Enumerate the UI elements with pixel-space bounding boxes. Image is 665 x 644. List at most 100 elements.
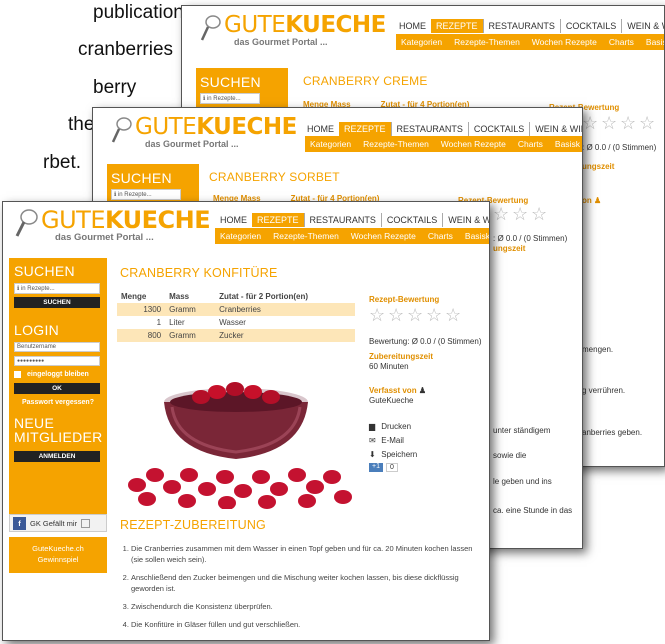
cell-mass: Gramm: [169, 305, 196, 314]
password-input[interactable]: ●●●●●●●●●: [14, 356, 100, 366]
cell-menge: 1300: [143, 305, 162, 314]
nav-restaurants[interactable]: RESTAURANTS: [390, 122, 468, 136]
subnav-wochen[interactable]: Wochen Rezepte: [351, 231, 416, 241]
step-fragment: unter ständigem: [493, 426, 551, 435]
rating-stars[interactable]: ☆ ☆ ☆ ☆: [582, 114, 657, 132]
mail-icon: ✉: [369, 436, 376, 445]
step-fragment: sowie die: [493, 451, 527, 460]
checkbox[interactable]: [14, 371, 21, 378]
subnav-themen[interactable]: Rezepte-Themen: [454, 37, 520, 47]
cell-zutat: Wasser: [219, 318, 246, 327]
browser-window-front: GUTEKUECHE das Gourmet Portal ... HOME R…: [2, 201, 490, 641]
steps-title: REZEPT-ZUBEREITUNG: [120, 518, 266, 532]
cell-mass: Gramm: [169, 331, 196, 340]
star-icon[interactable]: ☆: [639, 114, 657, 132]
brand-part2: KUECHE: [105, 206, 211, 234]
subnav-basis[interactable]: Basisk: [555, 139, 580, 149]
subnav-basis[interactable]: Basisk: [646, 37, 664, 47]
subnav-themen[interactable]: Rezepte-Themen: [273, 231, 339, 241]
subnav-kategorien[interactable]: Kategorien: [310, 139, 351, 149]
promo-line2: Gewinnspiel: [37, 555, 79, 564]
search-input[interactable]: ℹ in Rezepte...: [111, 189, 181, 200]
prep-title: ungszeit: [582, 162, 615, 171]
prep-title: ungszeit: [493, 244, 526, 253]
subnav-charts[interactable]: Charts: [609, 37, 634, 47]
nav-restaurants[interactable]: RESTAURANTS: [303, 213, 381, 227]
subnav-charts[interactable]: Charts: [518, 139, 543, 149]
ingredients-header: Menge Mass Zutat - für 2 Portion(en): [117, 290, 355, 303]
sub-nav: Kategorien Rezepte-Themen Wochen Rezepte…: [215, 228, 489, 244]
star-icon[interactable]: ☆: [620, 114, 638, 132]
subnav-themen[interactable]: Rezepte-Themen: [363, 139, 429, 149]
search-input[interactable]: ℹ in Rezepte...: [200, 93, 260, 104]
nav-home[interactable]: HOME: [215, 213, 252, 227]
rating-stars[interactable]: ☆ ☆ ☆ ☆ ☆: [369, 306, 463, 324]
subnav-basis[interactable]: Basisk: [465, 231, 489, 241]
brand-part1: GUTE: [41, 206, 106, 234]
email-action[interactable]: ✉ E-Mail: [369, 434, 417, 448]
rating-text: : Ø 0.0 / (0 Stimmen): [493, 234, 568, 243]
prep-title: Zubereitungszeit: [369, 352, 434, 361]
nav-rezepte[interactable]: REZEPTE: [339, 122, 391, 136]
step-fragment: g verrühren.: [582, 386, 626, 395]
star-icon[interactable]: ☆: [493, 205, 511, 223]
register-button[interactable]: ANMELDEN: [14, 451, 100, 462]
cell-menge: 800: [147, 331, 162, 340]
star-icon[interactable]: ☆: [407, 306, 425, 324]
nav-home[interactable]: HOME: [302, 122, 339, 136]
slide-line: publication: [93, 2, 184, 23]
nav-cocktails[interactable]: COCKTAILS: [380, 213, 443, 227]
nav-wein[interactable]: WEIN & WINZER: [621, 19, 664, 33]
facebook-like[interactable]: f GK Gefällt mir: [9, 514, 107, 532]
ingredients-table: Menge Mass Zutat - für 2 Portion(en) 130…: [117, 290, 355, 342]
user-icon: ♟: [594, 196, 602, 205]
star-icon[interactable]: ☆: [388, 306, 406, 324]
plus-one-count: 0: [385, 463, 398, 472]
nav-rezepte[interactable]: REZEPTE: [431, 19, 483, 33]
star-icon[interactable]: ☆: [369, 306, 387, 324]
username-input[interactable]: Benutzername: [14, 342, 100, 352]
star-icon[interactable]: ☆: [582, 114, 600, 132]
recipe-photo: [117, 357, 355, 509]
login-ok-button[interactable]: OK: [14, 383, 100, 394]
search-button[interactable]: SUCHEN: [14, 297, 100, 308]
star-icon[interactable]: ☆: [512, 205, 530, 223]
search-input[interactable]: ℹ in Rezepte...: [14, 283, 100, 294]
subnav-kategorien[interactable]: Kategorien: [401, 37, 442, 47]
nav-restaurants[interactable]: RESTAURANTS: [482, 19, 560, 33]
nav-wein[interactable]: WEIN & WINZER: [529, 122, 582, 136]
nav-cocktails[interactable]: COCKTAILS: [467, 122, 530, 136]
star-icon[interactable]: ☆: [445, 306, 463, 324]
recipe-title: CRANBERRY CREME: [303, 74, 428, 88]
logo: GUTEKUECHE das Gourmet Portal ...: [111, 116, 297, 149]
slide-line: cranberries: [78, 39, 174, 60]
nav-home[interactable]: HOME: [394, 19, 431, 33]
members-heading-1: NEUE: [14, 415, 55, 431]
nav-wein[interactable]: WEIN & WINZER: [442, 213, 489, 227]
author-label: on: [582, 196, 592, 205]
sidebar: SUCHEN ℹ in Rezepte... SUCHEN LOGIN Benu…: [9, 258, 107, 514]
step-item: Die Cranberries zusammen mit dem Wasser …: [131, 543, 480, 565]
step-fragment: mengen.: [582, 345, 614, 354]
promo-box[interactable]: GuteKueche.ch Gewinnspiel: [9, 537, 107, 573]
rating-text: : Ø 0.0 / (0 Stimmen): [582, 143, 657, 152]
subnav-wochen[interactable]: Wochen Rezepte: [532, 37, 597, 47]
subnav-kategorien[interactable]: Kategorien: [220, 231, 261, 241]
star-icon[interactable]: ☆: [426, 306, 444, 324]
plus-one-button[interactable]: +1 0: [369, 463, 398, 472]
search-heading: SUCHEN: [14, 263, 75, 279]
nav-cocktails[interactable]: COCKTAILS: [559, 19, 622, 33]
rating-stars[interactable]: ☆ ☆ ☆: [493, 205, 549, 223]
printer-icon: ▆: [369, 422, 376, 431]
forgot-password-link[interactable]: Passwort vergessen?: [14, 399, 102, 406]
save-icon: ⬇: [369, 450, 376, 459]
subnav-charts[interactable]: Charts: [428, 231, 453, 241]
author-name[interactable]: GuteKueche: [369, 396, 413, 405]
whisk-icon: [15, 209, 38, 237]
star-icon[interactable]: ☆: [531, 205, 549, 223]
star-icon[interactable]: ☆: [601, 114, 619, 132]
nav-rezepte[interactable]: REZEPTE: [252, 213, 304, 227]
save-action[interactable]: ⬇ Speichern: [369, 448, 417, 462]
subnav-wochen[interactable]: Wochen Rezepte: [441, 139, 506, 149]
print-action[interactable]: ▆ Drucken: [369, 420, 417, 434]
